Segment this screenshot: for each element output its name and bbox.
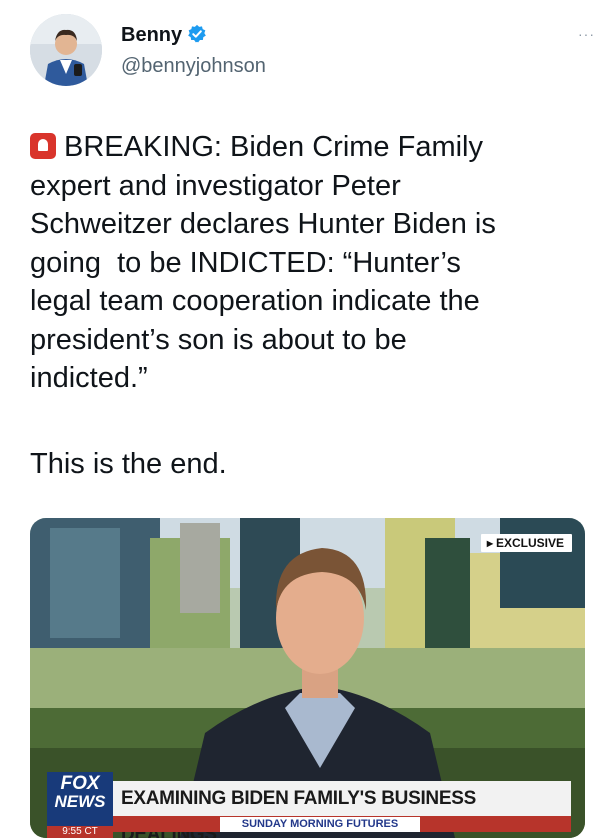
author-name-text: Benny xyxy=(121,24,183,46)
tweet-line-text: BREAKING: Biden Crime Family xyxy=(64,131,483,163)
tweet-line: president’s son is about to be xyxy=(30,323,407,356)
tweet-text: BREAKING: Biden Crime Family expert and … xyxy=(30,128,590,398)
news-headline: EXAMINING BIDEN FAMILY'S BUSINESS DEALIN… xyxy=(113,781,571,838)
siren-emoji-icon xyxy=(30,133,56,159)
tweet-line: legal team cooperation indicate the xyxy=(30,285,480,317)
tweet-line: expert and investigator Peter xyxy=(30,169,401,202)
more-options-icon[interactable]: ··· xyxy=(578,26,595,42)
show-name: SUNDAY MORNING FUTURES xyxy=(220,817,420,832)
news-lower-third: FOX NEWS 9:55 CT EXAMINING BIDEN FAMILY'… xyxy=(30,768,585,838)
author-name[interactable]: Benny xyxy=(121,24,207,50)
broadcast-time: 9:55 CT xyxy=(47,826,113,838)
exclusive-badge: EXCLUSIVE xyxy=(480,534,572,552)
tweet-line: Schweitzer declares Hunter Biden is xyxy=(30,208,496,240)
avatar-image xyxy=(30,14,102,86)
fox-news-logo-icon: FOX NEWS xyxy=(47,772,113,830)
author-handle[interactable]: @bennyjohnson xyxy=(121,55,266,78)
tweet-closing-line: This is the end. xyxy=(30,448,227,480)
verified-badge-icon xyxy=(187,24,207,50)
tweet-line: going to be INDICTED: “Hunter’s xyxy=(30,246,461,279)
tweet-line: indicted.” xyxy=(30,362,148,394)
tweet-media-video[interactable]: EXCLUSIVE FOX NEWS 9:55 CT EXAMINING BID… xyxy=(30,518,585,838)
tweet-line: BREAKING: Biden Crime Family xyxy=(30,128,590,167)
avatar[interactable] xyxy=(30,14,102,86)
